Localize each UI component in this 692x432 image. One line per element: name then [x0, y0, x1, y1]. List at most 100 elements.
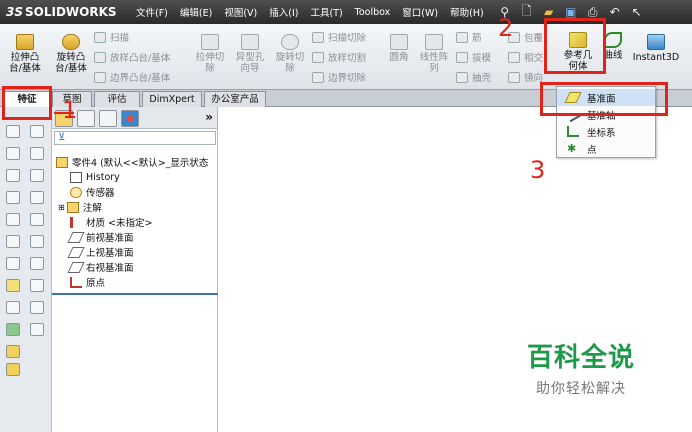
lofted-cut-label: 放样切割 [328, 53, 367, 64]
plane-icon [67, 261, 85, 273]
tab-office-products[interactable]: 办公室产品 [204, 91, 266, 107]
loft-boss-button[interactable]: 放样凸台/基体 [94, 50, 170, 64]
sketch-icon[interactable] [6, 279, 20, 292]
hole-wizard-button[interactable]: 异型孔 向导 [230, 34, 270, 74]
tool-icon[interactable] [30, 147, 44, 160]
display-manager-tab-icon[interactable] [121, 110, 139, 127]
top-plane-label: 上视基准面 [86, 248, 134, 259]
tool-icon[interactable] [6, 213, 20, 226]
shell-button[interactable]: 抽壳 [456, 70, 491, 84]
sensors-label: 传感器 [86, 188, 115, 199]
extrude-cut-button[interactable]: 拉伸切 除 [190, 34, 230, 74]
tool-icon[interactable] [6, 191, 20, 204]
mirror-button[interactable]: 镜向 [508, 70, 543, 84]
tree-history-node[interactable]: History [70, 170, 120, 184]
intersect-button[interactable]: 相交 [508, 50, 543, 64]
highlight-plane-item [540, 82, 668, 116]
tree-part-node[interactable]: 零件4 (默认<<默认>_显示状态 [56, 155, 208, 169]
highlight-reference-geometry [544, 18, 606, 74]
watermark-subtitle: 助你轻松解决 [536, 381, 626, 397]
menu-toolbox[interactable]: Toolbox [349, 7, 397, 18]
revolve-cut-button[interactable]: 旋转切 除 [270, 34, 310, 74]
logo-text: SOLIDWORKS [25, 5, 117, 19]
sweep-button[interactable]: 扫描 [94, 30, 129, 44]
draft-button[interactable]: 拔模 [456, 50, 491, 64]
tool-icon[interactable] [6, 235, 20, 248]
watermark: 百科全说 助你轻松解决 [494, 327, 668, 407]
origin-icon [70, 276, 82, 288]
tool-icon[interactable] [30, 213, 44, 226]
tree-sensors-node[interactable]: 传感器 [70, 185, 115, 199]
rollback-bar[interactable] [52, 293, 218, 295]
annotations-label: 注解 [82, 203, 102, 214]
tool-icon[interactable] [6, 169, 20, 182]
expand-panel-icon[interactable]: » [205, 110, 213, 124]
instant3d-label: Instant3D [632, 52, 680, 63]
tool-icon[interactable] [6, 323, 20, 336]
revolve-cut-label: 旋转切 除 [275, 52, 305, 74]
draft-label: 拔模 [472, 53, 492, 64]
boundary-cut-button[interactable]: 边界切除 [312, 70, 366, 84]
tree-material-node[interactable]: 材质 <未指定> [70, 215, 152, 229]
boundary-icon [94, 71, 106, 83]
menu-tools[interactable]: 工具(T) [304, 5, 348, 19]
grid-icon[interactable] [30, 323, 44, 336]
sensor-icon [70, 186, 82, 198]
tree-origin-node[interactable]: 原点 [70, 275, 105, 289]
select-cursor-icon[interactable]: ↖ [628, 3, 646, 21]
tool-icon[interactable] [30, 301, 44, 314]
table-icon[interactable] [30, 125, 44, 138]
tool-icon[interactable] [6, 363, 20, 376]
tab-evaluate[interactable]: 评估 [94, 91, 140, 107]
tool-icon[interactable] [30, 235, 44, 248]
tool-icon[interactable] [30, 191, 44, 204]
extrude-boss-label: 拉伸凸 台/基体 [9, 52, 41, 74]
tab-dimxpert[interactable]: DimXpert [142, 91, 202, 107]
tree-top-plane-node[interactable]: 上视基准面 [67, 245, 134, 259]
swept-cut-button[interactable]: 扫描切除 [312, 30, 366, 44]
left-toolbar [0, 107, 52, 432]
tool-icon[interactable] [6, 257, 20, 270]
tool-icon[interactable] [30, 279, 44, 292]
revolve-boss-button[interactable]: 旋转凸 台/基体 [50, 34, 92, 74]
menu-view[interactable]: 视图(V) [218, 5, 263, 19]
extrude-boss-button[interactable]: 拉伸凸 台/基体 [4, 34, 46, 74]
point-icon: ✱ [567, 142, 577, 155]
expand-icon[interactable]: ⊞ [58, 203, 65, 212]
undo-icon[interactable]: ↶ [606, 3, 624, 21]
tool-icon[interactable] [6, 301, 20, 314]
menu-file[interactable]: 文件(F) [130, 5, 174, 19]
configuration-manager-tab-icon[interactable] [99, 110, 117, 127]
tree-right-plane-node[interactable]: 右视基准面 [67, 260, 134, 274]
linear-pattern-label: 线性阵 列 [419, 52, 449, 74]
menu-item-coordinate-system[interactable]: 坐标系 [557, 123, 655, 140]
history-label: History [86, 171, 120, 183]
annotation-icon [66, 201, 79, 213]
rib-button[interactable]: 筋 [456, 30, 482, 44]
swept-cut-icon [312, 31, 324, 43]
boundary-boss-button[interactable]: 边界凸台/基体 [94, 70, 170, 84]
filter-input[interactable]: ⊻ [54, 131, 216, 145]
fillet-button[interactable]: 圆角 [384, 34, 414, 63]
tool-icon[interactable] [6, 125, 20, 138]
sweep-icon [94, 31, 106, 43]
tool-icon[interactable] [6, 345, 20, 358]
lofted-cut-button[interactable]: 放样切割 [312, 50, 366, 64]
new-document-icon[interactable]: 🗋 [518, 3, 536, 21]
property-manager-tab-icon[interactable] [77, 110, 95, 127]
loft-icon [94, 51, 106, 63]
extrude-boss-icon [16, 34, 34, 50]
menu-help[interactable]: 帮助(H) [444, 5, 490, 19]
menu-item-point[interactable]: ✱ 点 [557, 140, 655, 157]
tree-front-plane-node[interactable]: 前视基准面 [67, 230, 134, 244]
tool-icon[interactable] [30, 257, 44, 270]
instant3d-button[interactable]: Instant3D [630, 34, 682, 63]
linear-pattern-button[interactable]: 线性阵 列 [414, 34, 454, 74]
tree-annotations-node[interactable]: ⊞ 注解 [58, 200, 102, 214]
menu-window[interactable]: 窗口(W) [396, 5, 444, 19]
menu-edit[interactable]: 编辑(E) [174, 5, 218, 19]
tool-icon[interactable] [6, 147, 20, 160]
menu-insert[interactable]: 插入(I) [263, 5, 304, 19]
tool-icon[interactable] [30, 169, 44, 182]
wrap-label: 包覆 [524, 33, 544, 44]
